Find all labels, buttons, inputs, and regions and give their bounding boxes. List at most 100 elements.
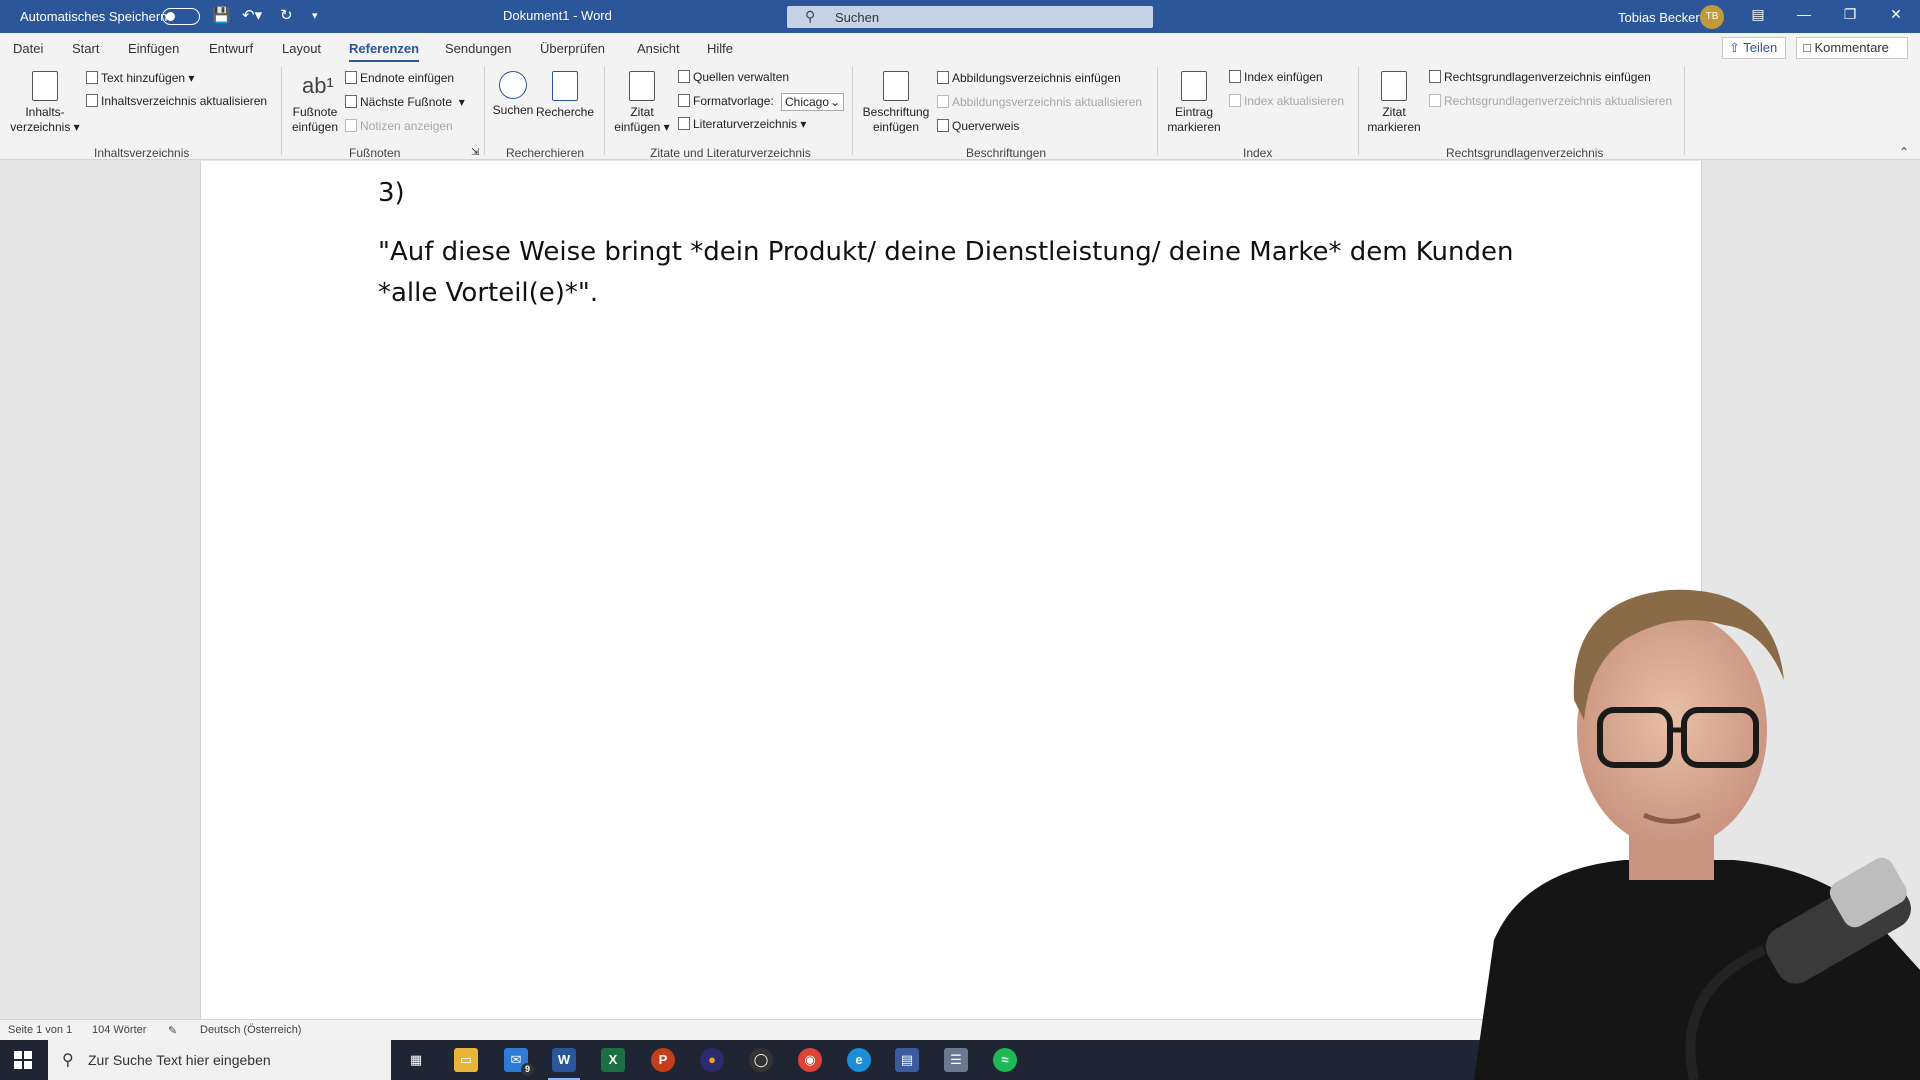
update-index-label: Index aktualisieren [1244, 94, 1345, 108]
app-icon-blender[interactable]: ● [700, 1048, 724, 1072]
manage-sources-icon [678, 70, 690, 83]
tab-ueberpruefen[interactable]: Überprüfen [540, 41, 605, 56]
toc-button[interactable]: Inhalts- verzeichnis ▾ [10, 71, 80, 135]
show-notes-label: Notizen anzeigen [360, 119, 453, 133]
style-label: Formatvorlage: [693, 94, 774, 108]
tab-referenzen[interactable]: Referenzen [349, 41, 420, 62]
autosave-label: Automatisches Speichern [20, 9, 168, 24]
show-notes-button[interactable]: Notizen anzeigen [345, 119, 453, 133]
insert-table-of-authorities-button[interactable]: Rechtsgrundlagenverzeichnis einfügen [1429, 70, 1651, 84]
minimize-icon[interactable]: — [1794, 6, 1814, 26]
bibliography-button[interactable]: Literaturverzeichnis ▾ [678, 117, 806, 131]
toc-label-2: verzeichnis [10, 120, 71, 134]
update-authorities-label: Rechtsgrundlagenverzeichnis aktualisiere… [1444, 94, 1673, 108]
task-view-icon[interactable]: ▦ [404, 1048, 428, 1072]
tab-datei[interactable]: Datei [13, 41, 43, 56]
spotify-icon[interactable]: ≈ [993, 1048, 1017, 1072]
collapse-ribbon-icon[interactable]: ⌃ [1899, 145, 1909, 159]
mail-icon[interactable]: ✉ 9 [504, 1048, 534, 1076]
comments-button[interactable]: □ Kommentare [1796, 37, 1908, 59]
tab-start[interactable]: Start [72, 41, 99, 56]
insert-citation-button[interactable]: Zitat einfügen ▾ [612, 71, 672, 135]
mark-citation-label-2: markieren [1367, 120, 1421, 134]
mark-entry-label-2: markieren [1167, 120, 1221, 134]
excel-icon[interactable]: X [601, 1048, 625, 1072]
cross-reference-button[interactable]: Querverweis [937, 119, 1019, 133]
insert-table-of-figures-button[interactable]: Abbildungsverzeichnis einfügen [937, 71, 1121, 85]
citation-style-select[interactable]: Chicago ⌄ [781, 93, 844, 111]
update-table-of-authorities-button[interactable]: Rechtsgrundlagenverzeichnis aktualisiere… [1429, 94, 1672, 108]
search-button[interactable]: Suchen [490, 71, 536, 118]
restore-icon[interactable]: ❐ [1840, 6, 1860, 26]
insert-caption-button[interactable]: Beschriftung einfügen [860, 71, 932, 135]
paragraph-line-2: *alle Vorteil(e)*". [378, 278, 599, 308]
mark-entry-button[interactable]: Eintrag markieren [1162, 71, 1226, 135]
word-count[interactable]: 104 Wörter [92, 1024, 146, 1036]
search-box[interactable]: ⚲ Suchen [787, 6, 1153, 28]
bibliography-label: Literaturverzeichnis [693, 117, 798, 131]
mark-citation-button[interactable]: Zitat markieren [1362, 71, 1426, 135]
insert-footnote-button[interactable]: ab¹ Fußnote einfügen [288, 71, 342, 135]
edge-icon[interactable]: e [847, 1048, 871, 1072]
update-index-button[interactable]: Index aktualisieren [1229, 94, 1344, 108]
footnote-label-2: einfügen [291, 120, 339, 134]
manage-sources-button[interactable]: Quellen verwalten [678, 70, 789, 84]
save-icon[interactable]: 💾 [212, 7, 231, 25]
ribbon-display-options-icon[interactable]: ▤ [1748, 6, 1768, 26]
researcher-button[interactable]: Recherche [536, 71, 594, 120]
insert-endnote-button[interactable]: Endnote einfügen [345, 71, 454, 85]
toc-label-1: Inhalts- [25, 105, 65, 119]
footnotes-dialog-launcher-icon[interactable]: ⇲ [471, 147, 479, 158]
table-of-figures-icon [937, 71, 949, 84]
taskbar-search[interactable]: ⚲ Zur Suche Text hier eingeben [48, 1040, 391, 1080]
update-toc-label: Inhaltsverzeichnis aktualisieren [101, 94, 268, 108]
paragraph-line-1: "Auf diese Weise bringt *dein Produkt/ d… [378, 237, 1514, 267]
search-placeholder: Suchen [835, 10, 880, 25]
citation-label-1: Zitat [630, 105, 654, 119]
app-icon-notepad[interactable]: ☰ [944, 1048, 968, 1072]
next-footnote-button[interactable]: Nächste Fußnote ▾ [345, 95, 465, 109]
tab-entwurf[interactable]: Entwurf [209, 41, 253, 56]
cross-reference-label: Querverweis [952, 119, 1020, 133]
language-status[interactable]: Deutsch (Österreich) [200, 1024, 301, 1036]
update-table-of-figures-button[interactable]: Abbildungsverzeichnis aktualisieren [937, 95, 1142, 109]
user-name[interactable]: Tobias Becker [1618, 10, 1700, 25]
share-button[interactable]: ⇧ Teilen [1722, 37, 1786, 59]
update-toc-button[interactable]: Inhaltsverzeichnis aktualisieren [86, 94, 267, 108]
close-icon[interactable]: ✕ [1886, 6, 1906, 26]
avatar[interactable]: TB [1700, 5, 1724, 29]
obs-icon[interactable]: ◯ [749, 1048, 773, 1072]
proofing-icon[interactable]: ✎ [168, 1024, 177, 1037]
next-footnote-label: Nächste Fußnote [360, 95, 453, 109]
update-table-of-figures-label: Abbildungsverzeichnis aktualisieren [952, 95, 1143, 109]
customize-quick-access-icon[interactable]: ▾ [312, 7, 318, 25]
tab-sendungen[interactable]: Sendungen [445, 41, 512, 56]
group-label-research: Recherchieren [506, 146, 585, 160]
redo-icon[interactable]: ↻ [280, 7, 293, 25]
powerpoint-icon[interactable]: P [651, 1048, 675, 1072]
search-label: Suchen [492, 103, 534, 117]
windows-start-icon[interactable] [14, 1051, 32, 1069]
toc-icon [32, 71, 58, 101]
tab-layout[interactable]: Layout [282, 41, 321, 56]
word-icon[interactable]: W [548, 1048, 580, 1080]
group-separator [484, 67, 485, 155]
undo-icon[interactable]: ↶▾ [242, 7, 262, 25]
group-separator [281, 67, 282, 155]
page-count[interactable]: Seite 1 von 1 [8, 1024, 72, 1036]
tab-ansicht[interactable]: Ansicht [637, 41, 680, 56]
add-text-button[interactable]: Text hinzufügen ▾ [86, 71, 194, 85]
insert-index-button[interactable]: Index einfügen [1229, 70, 1323, 84]
app-icon-document[interactable]: ▤ [895, 1048, 919, 1072]
caption-label-2: einfügen [872, 120, 920, 134]
share-icon: ⇧ [1729, 40, 1744, 55]
file-explorer-icon[interactable]: ▭ [454, 1048, 478, 1072]
group-separator [852, 67, 853, 155]
update-toc-icon [86, 94, 98, 107]
autosave-toggle[interactable] [162, 8, 200, 25]
chrome-icon[interactable]: ◉ [798, 1048, 822, 1072]
tab-hilfe[interactable]: Hilfe [707, 41, 733, 56]
group-label-captions: Beschriftungen [966, 146, 1047, 160]
style-icon [678, 94, 690, 107]
tab-einfuegen[interactable]: Einfügen [128, 41, 179, 56]
